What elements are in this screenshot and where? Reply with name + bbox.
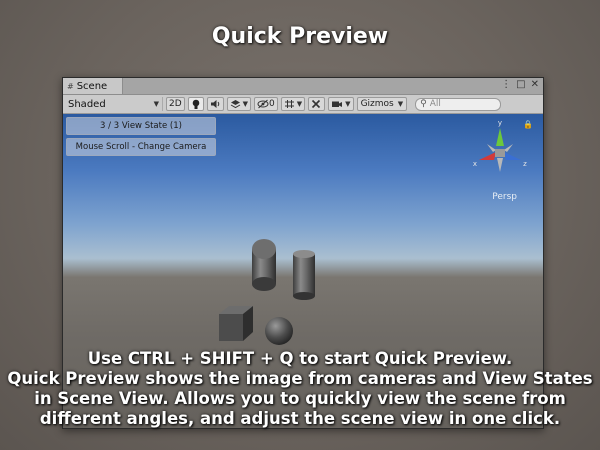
chevron-down-icon: ▼: [242, 100, 249, 108]
lightbulb-icon: [192, 99, 199, 109]
lighting-toggle[interactable]: [187, 97, 204, 111]
effects-dropdown[interactable]: ▼: [226, 97, 252, 111]
search-placeholder: All: [429, 99, 441, 109]
more-options-icon[interactable]: ⋮: [501, 79, 511, 90]
tab-scene[interactable]: # Scene: [63, 78, 123, 94]
chevron-down-icon: ▼: [397, 100, 404, 108]
search-icon: ⚲: [420, 99, 427, 109]
search-input[interactable]: ⚲ All: [415, 97, 502, 111]
shading-mode-label: Shaded: [68, 98, 106, 110]
capsule-object[interactable]: [252, 239, 276, 291]
close-icon[interactable]: ✕: [531, 79, 539, 90]
maximize-icon[interactable]: □: [516, 79, 525, 90]
scene-toolbar: Shaded ▼ 2D ▼ 0 ▼ ▼ Gizmos ▼ ⚲ All: [63, 95, 543, 114]
tab-bar: # Scene ⋮ □ ✕: [63, 78, 543, 95]
hidden-count: 0: [269, 99, 275, 109]
grid-dropdown[interactable]: ▼: [280, 97, 306, 111]
cube-object[interactable]: [219, 306, 253, 341]
chevron-down-icon: ▼: [345, 100, 351, 108]
gizmos-dropdown[interactable]: Gizmos ▼: [356, 97, 408, 111]
camera-icon: [332, 101, 343, 107]
grid-icon: #: [67, 81, 74, 91]
page-title: Quick Preview: [211, 24, 389, 49]
hidden-objects-toggle[interactable]: 0: [254, 97, 278, 111]
caption-line: Quick Preview shows the image from camer…: [7, 369, 593, 388]
window-controls: ⋮ □ ✕: [501, 79, 539, 90]
grid-icon: [284, 100, 294, 108]
eye-slash-icon: [257, 99, 269, 109]
tools-toggle[interactable]: [308, 97, 326, 111]
sphere-object[interactable]: [265, 317, 293, 345]
audio-toggle[interactable]: [206, 97, 224, 111]
camera-dropdown[interactable]: ▼: [328, 97, 354, 111]
shading-mode-dropdown[interactable]: Shaded ▼: [65, 97, 163, 111]
caption-line: different angles, and adjust the scene v…: [39, 409, 561, 428]
chevron-down-icon: ▼: [296, 100, 303, 108]
gizmos-label: Gizmos: [360, 99, 394, 109]
cylinder-object[interactable]: [293, 250, 315, 300]
speaker-icon: [210, 100, 219, 108]
layers-icon: [230, 100, 240, 109]
chevron-down-icon: ▼: [153, 100, 159, 108]
tab-scene-label: Scene: [76, 80, 108, 92]
toggle-2d-button[interactable]: 2D: [166, 97, 185, 111]
description-caption: Use CTRL + SHIFT + Q to start Quick Prev…: [0, 349, 600, 429]
tools-icon: [312, 99, 321, 109]
caption-line: in Scene View. Allows you to quickly vie…: [34, 389, 566, 408]
caption-line: Use CTRL + SHIFT + Q to start Quick Prev…: [87, 349, 513, 368]
